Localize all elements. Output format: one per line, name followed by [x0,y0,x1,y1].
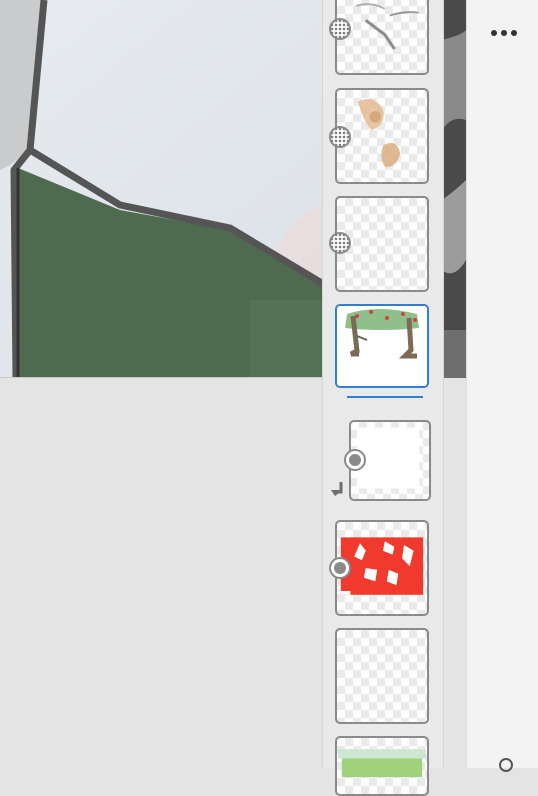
right-sidebar [466,0,538,772]
texture-layer-icon[interactable] [329,18,351,40]
layer-visibility-dot-icon[interactable] [344,449,366,471]
layer-thumbnail[interactable] [335,736,429,796]
texture-layer-icon[interactable] [329,232,351,254]
layer-thumbnail-selected[interactable] [335,304,429,388]
layers-panel [322,0,444,796]
selected-layer-indicator [347,396,423,398]
search-icon[interactable] [499,758,513,772]
canvas-overflow-strip [442,0,466,378]
more-dot [501,30,507,36]
more-dot [511,30,517,36]
texture-layer-icon[interactable] [329,126,351,148]
more-options-button[interactable] [487,22,521,44]
layer-thumbnail[interactable] [335,0,429,75]
layer-thumbnail[interactable] [335,628,429,724]
layer-visibility-dot-icon[interactable] [329,557,351,579]
clip-arrow-icon [331,482,343,496]
more-horizontal-icon [491,30,497,36]
